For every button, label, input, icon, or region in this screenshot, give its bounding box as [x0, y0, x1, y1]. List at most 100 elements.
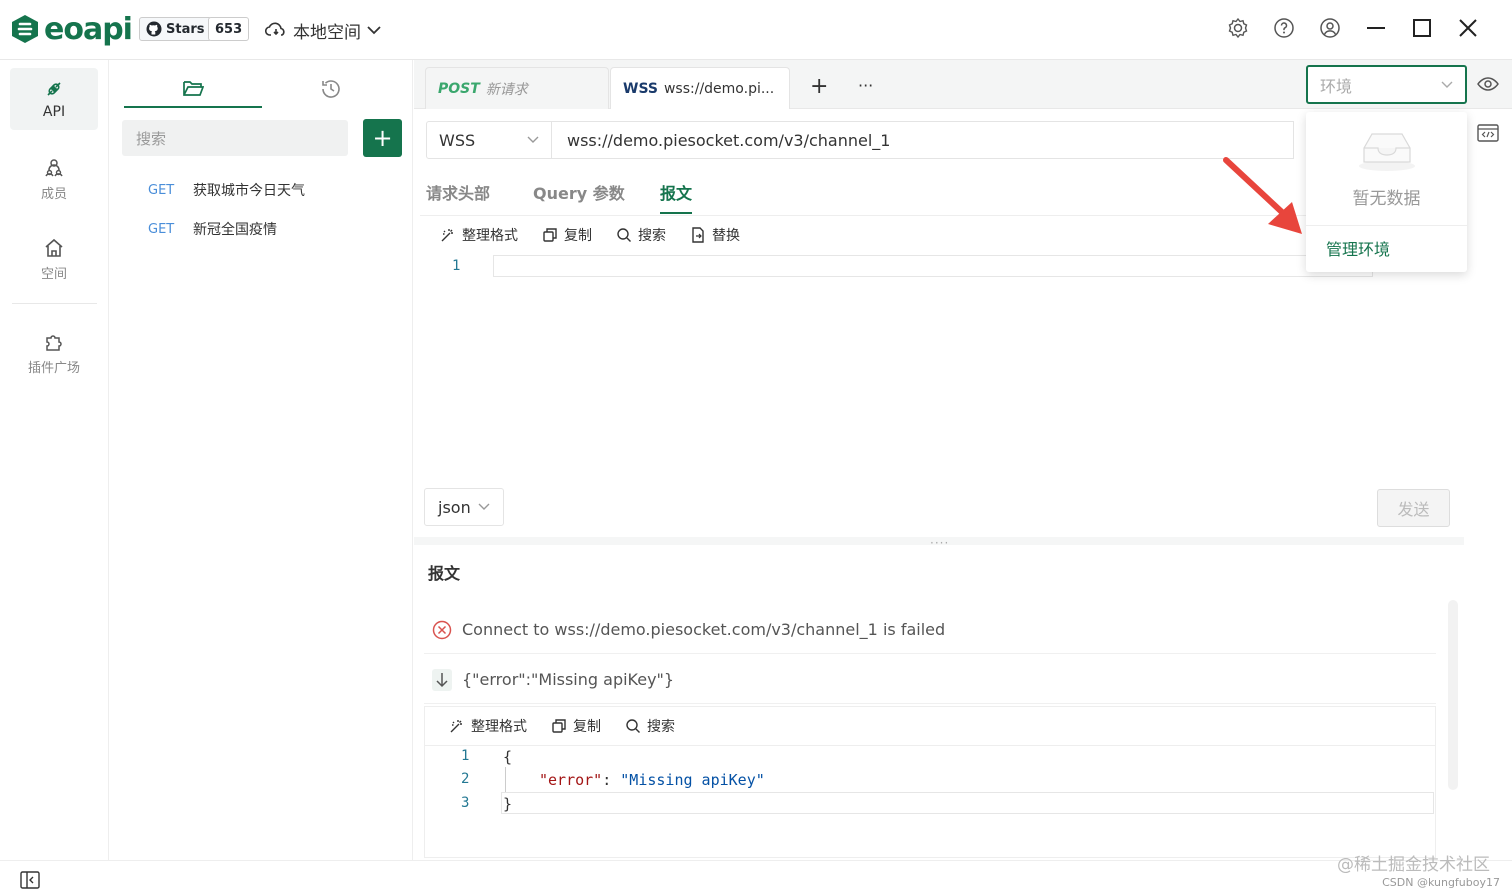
nav-item-plugins[interactable]: 插件广场 [10, 322, 98, 384]
manage-environment-link[interactable]: 管理环境 [1326, 236, 1390, 260]
tool-label: 搜索 [638, 228, 666, 244]
status-bar [0, 860, 1512, 896]
nav-item-label: 成员 [40, 186, 67, 202]
magic-wand-icon [440, 227, 456, 243]
response-scrollbar[interactable] [1448, 600, 1458, 790]
maximize-icon[interactable] [1408, 14, 1436, 42]
tab-method: POST [438, 80, 480, 97]
nav-item-label: 空间 [40, 266, 67, 282]
folder-open-icon [182, 78, 204, 98]
tool-label: 复制 [573, 719, 601, 735]
tab-message-body[interactable]: 报文 [660, 180, 693, 214]
sidebar-toggle-icon[interactable] [20, 871, 40, 889]
left-nav: API 成员 空间 插件广场 [0, 60, 109, 860]
tab-request-headers[interactable]: 请求头部 [426, 180, 490, 214]
api-method: GET [148, 221, 175, 237]
api-list-item[interactable]: GET 获取城市今日天气 [148, 178, 305, 202]
tool-label: 替换 [712, 228, 740, 244]
tab-query-params[interactable]: Query 参数 [533, 180, 625, 214]
popup-divider [1306, 225, 1467, 226]
code-line: "error": "Missing apiKey" [539, 771, 765, 789]
help-icon[interactable] [1270, 14, 1298, 42]
code-line: } [503, 795, 513, 813]
tab-post-request[interactable]: POST 新请求 [425, 67, 609, 109]
nav-item-label: 插件广场 [27, 360, 80, 376]
splitter-handle[interactable]: ···· [930, 536, 949, 550]
history-icon [320, 78, 342, 100]
environment-select[interactable]: 环境 [1306, 65, 1467, 104]
empty-text: 暂无数据 [1352, 189, 1421, 209]
tool-label: 复制 [564, 228, 592, 244]
line-number: 2 [461, 771, 470, 787]
search-icon [616, 227, 632, 243]
replace-icon [690, 227, 706, 243]
response-message-error[interactable]: Connect to wss://demo.piesocket.com/v3/c… [424, 606, 1436, 654]
app-logo: eoapi [10, 11, 133, 47]
tab-title: wss://demo.pi... [663, 80, 775, 97]
format-select[interactable]: json [424, 488, 504, 526]
replace-button[interactable]: 替换 [690, 225, 740, 245]
line-number: 1 [461, 748, 470, 764]
json-colon: : [602, 771, 621, 789]
nav-item-api[interactable]: API [10, 68, 98, 130]
github-stars-button[interactable]: Stars [139, 17, 212, 41]
close-icon[interactable] [1454, 14, 1482, 42]
api-list-item[interactable]: GET 新冠全国疫情 [148, 217, 277, 241]
tab-api-tree[interactable] [124, 70, 262, 108]
tab-method: WSS [623, 80, 658, 97]
tab-wss-request[interactable]: WSS wss://demo.pi... [610, 67, 790, 109]
protocol-value: WSS [439, 130, 476, 150]
api-name: 新冠全国疫情 [193, 222, 277, 238]
editor-current-line[interactable] [501, 792, 1434, 814]
nav-item-space[interactable]: 空间 [10, 228, 98, 290]
tool-label: 整理格式 [471, 719, 527, 735]
error-circle-icon [432, 620, 452, 640]
editor-toolbar: 整理格式 复制 搜索 替换 [440, 225, 740, 245]
more-tabs-button[interactable]: ··· [858, 76, 873, 95]
copy-button[interactable]: 复制 [551, 716, 601, 736]
json-value: "Missing apiKey" [620, 771, 765, 789]
url-input[interactable]: wss://demo.piesocket.com/v3/channel_1 [552, 121, 1294, 159]
minimize-icon[interactable] [1362, 14, 1390, 42]
copy-button[interactable]: 复制 [542, 225, 592, 245]
arrow-down-icon [432, 668, 452, 691]
members-icon [43, 157, 65, 179]
logo-text: eoapi [44, 11, 133, 47]
api-plug-icon [43, 78, 65, 100]
json-key: "error" [539, 771, 603, 789]
search-button[interactable]: 搜索 [625, 716, 675, 736]
toolbar-divider [425, 745, 1435, 746]
tab-history[interactable] [262, 70, 400, 108]
search-icon [625, 718, 641, 734]
user-account-icon[interactable] [1316, 14, 1344, 42]
format-value: json [438, 497, 471, 517]
response-message-received[interactable]: {"error":"Missing apiKey"} [424, 656, 1436, 704]
send-button[interactable]: 发送 [1377, 489, 1450, 527]
api-search-input[interactable]: 搜索 [122, 120, 348, 156]
message-text: Connect to wss://demo.piesocket.com/v3/c… [462, 620, 946, 639]
empty-inbox-icon [1356, 128, 1418, 172]
workspace-selector[interactable]: 本地空间 [265, 17, 381, 43]
title-bar: eoapi Stars 653 本地空间 [0, 0, 1512, 60]
eoapi-logo-icon [10, 14, 40, 44]
eye-icon[interactable] [1476, 72, 1500, 96]
watermark: CSDN @kungfuboy17 [1382, 876, 1500, 889]
workspace-label: 本地空间 [293, 22, 361, 43]
add-tab-button[interactable]: + [810, 74, 828, 99]
code-view-icon[interactable] [1476, 122, 1500, 144]
nav-item-members[interactable]: 成员 [10, 148, 98, 210]
format-button[interactable]: 整理格式 [449, 716, 527, 736]
protocol-select[interactable]: WSS [426, 121, 552, 159]
editor-current-line[interactable] [493, 255, 1373, 277]
home-icon [43, 237, 65, 259]
search-button[interactable]: 搜索 [616, 225, 666, 245]
stars-count[interactable]: 653 [208, 17, 250, 41]
puzzle-icon [43, 331, 65, 353]
add-api-button[interactable]: + [363, 119, 402, 157]
chevron-down-icon [478, 503, 490, 511]
magic-wand-icon [449, 718, 465, 734]
settings-gear-icon[interactable] [1224, 14, 1252, 42]
watermark: @稀土掘金技术社区 [1337, 855, 1490, 875]
format-button[interactable]: 整理格式 [440, 225, 518, 245]
message-text: {"error":"Missing apiKey"} [462, 670, 675, 689]
